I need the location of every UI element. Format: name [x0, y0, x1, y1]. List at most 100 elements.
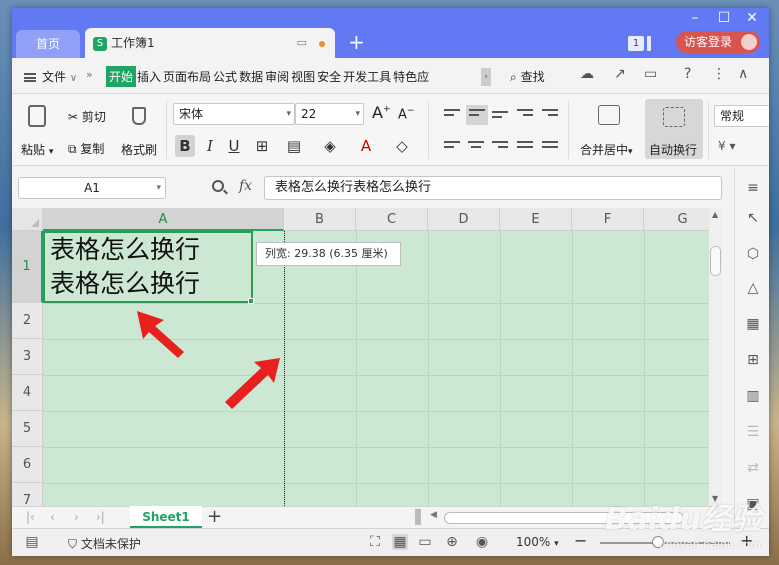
- window-count-badge[interactable]: 1: [628, 36, 644, 51]
- copy-button[interactable]: ⧉ 复制: [68, 140, 104, 157]
- chevron-down-icon: ▾: [554, 539, 559, 549]
- next-sheet-icon[interactable]: ›: [74, 510, 79, 524]
- tab-developer[interactable]: 开发工具: [342, 66, 392, 87]
- transfer-icon[interactable]: ⇄: [745, 460, 761, 476]
- scroll-up-icon[interactable]: ▲: [712, 210, 718, 219]
- select-pointer-icon[interactable]: ↖: [745, 210, 761, 226]
- tab-security[interactable]: 安全: [316, 66, 342, 87]
- font-name-select[interactable]: 宋体 ▾: [173, 103, 295, 125]
- align-top-icon[interactable]: [444, 109, 460, 121]
- format-painter-icon[interactable]: [132, 107, 146, 125]
- zoom-out-button[interactable]: −: [574, 531, 587, 550]
- normal-view-icon[interactable]: ▦: [392, 534, 408, 550]
- float-window-icon[interactable]: ▭: [297, 28, 307, 58]
- align-middle-icon[interactable]: [466, 105, 488, 125]
- close-button[interactable]: ✕: [741, 10, 763, 26]
- tab-review[interactable]: 审阅: [264, 66, 290, 87]
- last-sheet-icon[interactable]: ›|: [96, 510, 105, 524]
- tab-view[interactable]: 视图: [290, 66, 316, 87]
- shapes-icon[interactable]: ⬡: [745, 246, 761, 262]
- more-actions-icon[interactable]: ▭: [644, 66, 657, 82]
- prev-sheet-icon[interactable]: ‹: [50, 510, 55, 524]
- formula-input[interactable]: 表格怎么换行表格怎么换行: [264, 176, 722, 200]
- currency-format-icon[interactable]: ¥ ▾: [718, 139, 735, 153]
- new-tab-button[interactable]: +: [348, 30, 365, 54]
- menu-bar: 文件 ∨ » 开始 插入 页面布局 公式 数据 审阅 视图 安全 开发工具 特色应 › ⌕ 查找 …: [12, 58, 769, 94]
- first-sheet-icon[interactable]: |‹: [26, 510, 35, 524]
- add-sheet-button[interactable]: +: [207, 507, 222, 527]
- italic-button[interactable]: I: [200, 135, 220, 157]
- more-options-icon[interactable]: ⋮: [712, 66, 726, 82]
- format-painter-label[interactable]: 格式刷: [121, 141, 157, 158]
- borders-icon[interactable]: ⊞: [252, 135, 272, 157]
- layout-icon[interactable]: ▤: [24, 534, 40, 550]
- expand-menu-icon[interactable]: »: [86, 68, 93, 81]
- merge-center-icon[interactable]: [598, 105, 620, 125]
- tab-features[interactable]: 特色应: [392, 66, 430, 87]
- vertical-scrollbar[interactable]: ▲ ▼: [709, 208, 722, 508]
- align-left-icon[interactable]: [444, 141, 460, 153]
- tab-page-layout[interactable]: 页面布局: [162, 66, 212, 87]
- help-icon[interactable]: ?: [684, 66, 691, 82]
- file-menu[interactable]: 文件 ∨: [24, 68, 77, 85]
- align-right-icon[interactable]: [492, 141, 508, 153]
- tab-workbook[interactable]: S 工作簿1 ▭: [85, 28, 335, 58]
- name-box[interactable]: A1 ▾: [18, 177, 166, 199]
- cloud-sync-icon[interactable]: ☁: [580, 66, 594, 82]
- tab-start[interactable]: 开始: [106, 66, 137, 87]
- merge-center-button[interactable]: 合并居中▾: [580, 141, 633, 158]
- apps-grid-icon[interactable]: ⊞: [745, 352, 761, 368]
- zoom-formula-icon[interactable]: [212, 180, 224, 192]
- chart-icon[interactable]: ▥: [745, 388, 761, 404]
- collapse-ribbon-icon[interactable]: ∧: [738, 66, 748, 82]
- justify-icon[interactable]: [517, 141, 533, 153]
- underline-button[interactable]: U: [224, 135, 244, 157]
- align-bottom-icon[interactable]: [492, 111, 508, 123]
- number-format-select[interactable]: 常规: [714, 105, 769, 127]
- tab-home[interactable]: 首页: [16, 30, 80, 58]
- increase-font-button[interactable]: A+: [372, 103, 391, 122]
- style-icon[interactable]: △: [745, 280, 761, 296]
- scroll-left-icon[interactable]: ◀: [430, 510, 437, 520]
- clear-format-icon[interactable]: ◇: [392, 135, 412, 157]
- fullscreen-icon[interactable]: ⛶: [367, 534, 383, 550]
- guest-login-button[interactable]: 访客登录: [676, 31, 760, 53]
- align-center-icon[interactable]: [468, 141, 484, 153]
- fill-color-icon[interactable]: ◈: [320, 135, 340, 157]
- decrease-font-button[interactable]: A−: [398, 106, 414, 122]
- increase-indent-icon[interactable]: [542, 109, 558, 121]
- zoom-level-select[interactable]: 100% ▾: [516, 535, 559, 549]
- protection-status[interactable]: ⛉ 文档未保护: [68, 535, 141, 552]
- sheet-tab-sheet1[interactable]: Sheet1: [130, 506, 202, 528]
- ribbon-divider: [708, 101, 709, 159]
- table-icon[interactable]: ▦: [745, 316, 761, 332]
- share-icon[interactable]: ↗: [614, 66, 626, 82]
- paste-label[interactable]: 粘贴 ▾: [21, 141, 53, 158]
- tab-split-handle[interactable]: [415, 509, 421, 525]
- collapse-panel-icon[interactable]: ≡: [745, 180, 761, 196]
- paste-icon[interactable]: [28, 105, 46, 127]
- distributed-align-icon[interactable]: [542, 141, 558, 153]
- auto-wrap-button[interactable]: 自动换行: [645, 99, 703, 159]
- page-break-icon[interactable]: ⊕: [444, 534, 460, 550]
- page-layout-icon[interactable]: ▭: [417, 534, 433, 550]
- tab-formula[interactable]: 公式: [212, 66, 238, 87]
- font-size-select[interactable]: 22 ▾: [295, 103, 364, 125]
- filter-settings-icon[interactable]: ☰: [745, 424, 761, 440]
- maximize-button[interactable]: ☐: [713, 10, 735, 26]
- tab-data[interactable]: 数据: [238, 66, 264, 87]
- menu-scroll-right-button[interactable]: ›: [481, 68, 491, 86]
- worksheet-grid[interactable]: A B C D E F G 1 2 3 4 5 6 7 表格怎么换行 表格怎么换…: [12, 208, 722, 508]
- minimize-button[interactable]: –: [684, 10, 706, 26]
- chevron-down-icon: ▾: [286, 109, 291, 119]
- eye-protection-icon[interactable]: ◉: [474, 534, 490, 550]
- font-color-icon[interactable]: A: [356, 135, 376, 157]
- decrease-indent-icon[interactable]: [517, 109, 533, 121]
- vertical-scroll-thumb[interactable]: [710, 246, 721, 276]
- tab-insert[interactable]: 插入: [136, 66, 162, 87]
- search-button[interactable]: ⌕ 查找: [510, 68, 545, 85]
- cut-button[interactable]: ✂ 剪切: [68, 108, 106, 125]
- cell-style-icon[interactable]: ▤: [284, 135, 304, 157]
- function-icon[interactable]: fx: [239, 178, 252, 194]
- bold-button[interactable]: B: [175, 135, 195, 157]
